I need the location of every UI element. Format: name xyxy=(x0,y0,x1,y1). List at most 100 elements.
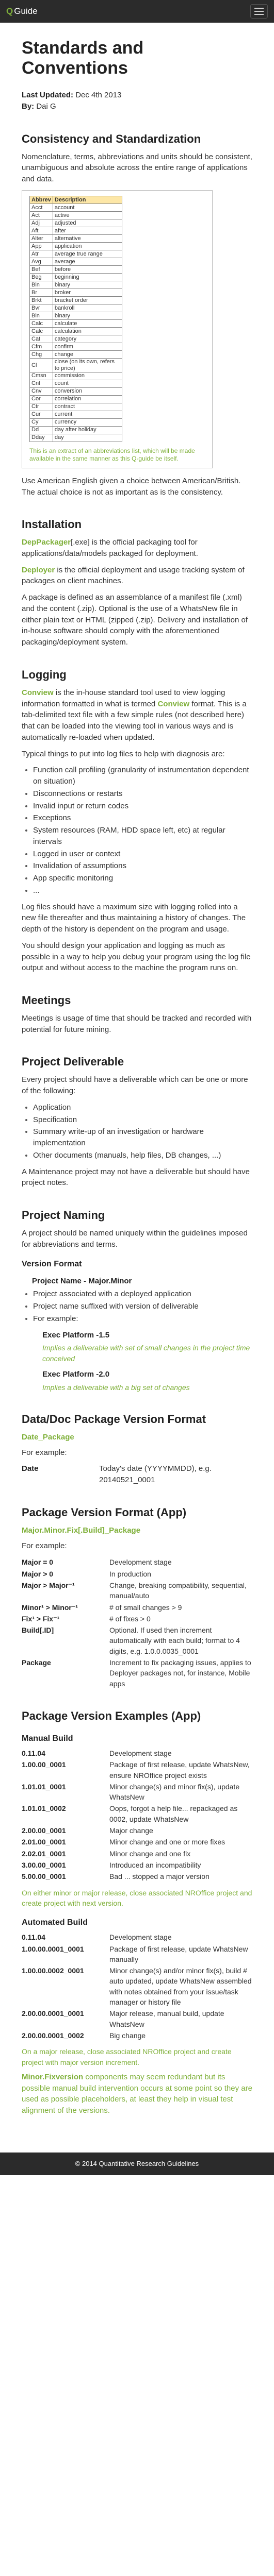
abbrev-cell: Adj xyxy=(29,219,53,228)
menu-toggle-button[interactable] xyxy=(250,4,268,19)
table-row: Major > Major⁻¹ Change, breaking compatib… xyxy=(22,1580,252,1602)
version-format-sub: Project Name - Major.Minor xyxy=(32,1276,132,1285)
description-cell: broker xyxy=(52,289,123,297)
version-key: 2.00.00.0001_0002 xyxy=(22,2031,84,2040)
description-cell: bankroll xyxy=(52,304,123,313)
naming-heading: Project Naming xyxy=(22,1209,105,1222)
list-item: Application xyxy=(33,1102,252,1113)
abbrev-cell: Dday xyxy=(29,433,53,442)
pkgformat-for-example: For example: xyxy=(22,1541,67,1550)
list-item: Project associated with a deployed appli… xyxy=(33,1289,252,1300)
version-key: 0.11.04 xyxy=(22,1933,45,1942)
list-item: Exceptions xyxy=(33,812,252,824)
pkgexamples-heading: Package Version Examples (App) xyxy=(22,1709,201,1722)
table-row: Acct account xyxy=(29,204,123,212)
logging-p4: You should design your application and l… xyxy=(22,941,251,973)
deppackager-term: DepPackager xyxy=(22,538,71,547)
description-cell: current xyxy=(52,410,123,419)
table-row: Dd day after holiday xyxy=(29,426,123,434)
version-description: Oops, forgot a help file... repackaged a… xyxy=(109,1804,238,1823)
brand-logo[interactable]: Q Guide xyxy=(6,5,38,18)
abbrev-cell: Cat xyxy=(29,335,53,344)
abbrev-cell: Aft xyxy=(29,227,53,235)
abbrev-cell: Alter xyxy=(29,234,53,243)
installation-p2-text: is the official deployment and usage tra… xyxy=(22,565,245,586)
abbrev-cell: Cmsn xyxy=(29,371,53,380)
table-header-cell: Description xyxy=(52,195,123,205)
consistency-intro: Nomenclature, terms, abbreviations and u… xyxy=(22,152,252,184)
updated-date: Dec 4th 2013 xyxy=(75,91,122,100)
description-cell: binary xyxy=(52,281,123,290)
version-key: Fix¹ > Fix⁻¹ xyxy=(22,1614,60,1623)
abbrev-cell: Cnv xyxy=(29,387,53,396)
table-row: Beg beginning xyxy=(29,273,123,282)
example-1-note: Implies a deliverable with set of small … xyxy=(42,1344,250,1363)
manual-build-heading: Manual Build xyxy=(22,1734,73,1743)
abbrev-cell: Cur xyxy=(29,410,53,419)
abbreviation-figure: Abbrev Description Acct account Act active Ad… xyxy=(22,190,213,468)
description-cell: currency xyxy=(52,418,123,427)
deployer-term: Deployer xyxy=(22,565,55,574)
table-row: 0.11.04 Development stage xyxy=(22,1748,252,1759)
example-2: Exec Platform -2.0 xyxy=(42,1369,110,1379)
abbrev-cell: Bef xyxy=(29,265,53,274)
table-row: 1.00.00.0001_0001 Package of first releas… xyxy=(22,1943,252,1965)
version-description: Major change xyxy=(109,1826,153,1835)
auto-build-heading: Automated Build xyxy=(22,1918,88,1927)
description-cell: count xyxy=(52,379,123,388)
list-item: Invalid input or return codes xyxy=(33,801,252,812)
example-1: Exec Platform -1.5 xyxy=(42,1330,110,1340)
description-cell: calculation xyxy=(52,327,123,336)
logging-p2: Typical things to put into log files to … xyxy=(22,749,225,758)
table-row: Bin binary xyxy=(29,281,123,290)
table-row: 1.00.00_0001 Package of first release, up… xyxy=(22,1759,252,1781)
abbrev-cell: Avg xyxy=(29,258,53,266)
naming-list: Project associated with a deployed appli… xyxy=(33,1289,252,1324)
description-cell: before xyxy=(52,265,123,274)
description-cell: binary xyxy=(52,312,123,320)
table-row: Atr average true range xyxy=(29,250,123,259)
version-description: Package of first release, update WhatsNe… xyxy=(109,1760,250,1780)
table-row: Cnv conversion xyxy=(29,387,123,396)
page-meta: Last Updated: Dec 4th 2013 By: Dai G xyxy=(22,90,252,112)
abbrev-cell: Atr xyxy=(29,250,53,259)
version-description: Introduced an incompatibility xyxy=(109,1860,201,1869)
table-row: 0.11.04 Development stage xyxy=(22,1931,252,1943)
version-description: In production xyxy=(109,1569,151,1578)
naming-p: A project should be named uniquely withi… xyxy=(22,1228,248,1249)
table-row: Avg average xyxy=(29,258,123,266)
pkgformat-table: Major = 0 Development stage Major > 0 In pr… xyxy=(22,1556,252,1689)
abbrev-cell: App xyxy=(29,242,53,251)
table-row: 3.00.00_0001 Introduced an incompatibilit… xyxy=(22,1859,252,1871)
manual-note: On either minor or major release, close … xyxy=(22,1888,252,1907)
table-row: 2.00.00.0001_0002 Big change xyxy=(22,2030,252,2041)
abbrev-cell: Cfm xyxy=(29,343,53,351)
installation-p3: A package is defined as an assemblance o… xyxy=(22,593,248,647)
description-cell: close (on its own, refers to price) xyxy=(52,358,123,372)
version-key: 1.01.01_0002 xyxy=(22,1804,66,1813)
version-description: Optional. If used then increment automat… xyxy=(109,1626,240,1655)
version-key: 2.01.00_0001 xyxy=(22,1838,66,1846)
description-cell: contract xyxy=(52,402,123,411)
logging-p1: Conview is the in-house standard tool us… xyxy=(22,687,252,743)
version-key: 1.00.00_0001 xyxy=(22,1760,66,1769)
version-note: Minor.Fixversion components may seem red… xyxy=(22,2072,252,2116)
description-cell: alternative xyxy=(52,234,123,243)
description-cell: bracket order xyxy=(52,296,123,305)
installation-heading: Installation xyxy=(22,518,82,531)
list-item: Invalidation of assumptions xyxy=(33,860,252,872)
table-row: Br broker xyxy=(29,289,123,297)
brand-text: Guide xyxy=(14,6,38,16)
table-row: Build[.ID] Optional. If used then increme… xyxy=(22,1624,252,1657)
list-item: Disconnections or restarts xyxy=(33,788,252,800)
consistency-after: Use American English given a choice betw… xyxy=(22,476,241,497)
datadoc-code: Date_Package xyxy=(22,1432,74,1442)
abbrev-cell: Bin xyxy=(29,312,53,320)
version-description: Major release, manual build, update What… xyxy=(109,2009,224,2028)
list-item: System resources (RAM, HDD space left, e… xyxy=(33,825,252,848)
main-content: Standards and Conventions Last Updated: … xyxy=(0,23,274,2132)
table-row: Bef before xyxy=(29,265,123,274)
version-key: 2.00.00.0001_0001 xyxy=(22,2009,84,2018)
abbrev-cell: Calc xyxy=(29,319,53,328)
table-row: Cl close (on its own, refers to price) xyxy=(29,358,123,372)
